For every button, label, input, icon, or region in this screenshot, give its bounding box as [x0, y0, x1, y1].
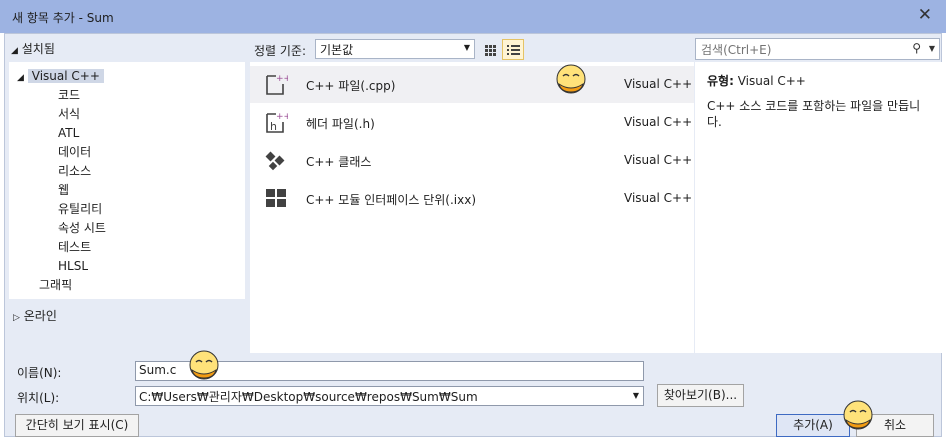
list-view-icon — [507, 45, 520, 55]
template-type: Visual C++ — [624, 77, 693, 91]
chevron-down-icon: ▼ — [463, 43, 470, 52]
tree-item-resource[interactable]: 리소스 — [58, 163, 91, 180]
tree-item-format[interactable]: 서식 — [58, 106, 80, 123]
tree-label: Visual C++ — [27, 69, 104, 83]
tree-item-data[interactable]: 데이터 — [58, 144, 91, 161]
name-label: 이름(N): — [17, 366, 62, 380]
compact-view-button[interactable]: 간단히 보기 표시(C) — [15, 414, 139, 437]
collapsed-triangle-icon: ▷ — [13, 313, 20, 323]
search-placeholder: 검색(Ctrl+E) — [701, 43, 772, 57]
name-value: Sum.c — [139, 363, 177, 377]
emoji-face-icon — [843, 400, 873, 430]
chevron-down-icon: ▼ — [632, 391, 639, 400]
cpp-file-icon: ++ — [266, 74, 288, 95]
installed-label: 설치됨 — [21, 42, 55, 56]
tree-item-code[interactable]: 코드 — [58, 87, 80, 104]
tree-item-visual-cpp[interactable]: ◢ Visual C++ — [17, 68, 104, 87]
add-button[interactable]: 추가(A) — [776, 414, 850, 437]
template-row[interactable]: ++ C++ 파일(.cpp) Visual C++ — [250, 66, 694, 103]
details-panel: 유형: Visual C++ C++ 소스 코드를 포함하는 파일을 만듭니다. — [695, 62, 943, 353]
list-view-button[interactable] — [502, 39, 524, 60]
tree-item-test[interactable]: 테스트 — [58, 239, 91, 256]
grid-view-button[interactable] — [479, 39, 501, 60]
window-title: 새 항목 추가 - Sum — [12, 11, 114, 25]
location-dropdown[interactable]: C:₩Users₩관리자₩Desktop₩source₩repos₩Sum₩Su… — [135, 386, 644, 406]
online-label: 온라인 — [23, 309, 57, 323]
tree-item-hlsl[interactable]: HLSL — [58, 258, 88, 275]
template-row[interactable]: h ++ 헤더 파일(.h) Visual C++ — [250, 104, 694, 141]
template-type: Visual C++ — [624, 153, 693, 167]
location-label: 위치(L): — [17, 391, 60, 405]
online-item[interactable]: ▷ 온라인 — [13, 308, 57, 327]
expanded-triangle-icon: ◢ — [17, 73, 24, 83]
header-file-icon: h ++ — [266, 112, 288, 133]
sort-label: 정렬 기준: — [254, 44, 307, 58]
template-name: C++ 모듈 인터페이스 단위(.ixx) — [306, 193, 477, 207]
details-description: C++ 소스 코드를 포함하는 파일을 만듭니다. — [707, 99, 921, 129]
type-label: 유형: — [707, 74, 734, 88]
close-icon[interactable]: ✕ — [918, 5, 932, 25]
template-name: 헤더 파일(.h) — [306, 117, 375, 131]
template-type: Visual C++ — [624, 115, 693, 129]
template-row[interactable]: C++ 모듈 인터페이스 단위(.ixx) Visual C++ — [250, 180, 694, 217]
category-tree: ◢ Visual C++ 코드 서식 ATL 데이터 리소스 웹 유틸리티 속성… — [9, 62, 245, 299]
add-item-dialog: ◢ 설치됨 정렬 기준: 기본값 ▼ 검색(Ctrl+E) ⚲ ▼ ◢ Visu… — [4, 33, 943, 437]
emoji-face-icon — [556, 64, 586, 94]
tree-item-utility[interactable]: 유틸리티 — [58, 201, 102, 218]
collapse-triangle-icon: ◢ — [11, 46, 18, 56]
emoji-face-icon — [189, 350, 219, 380]
tree-item-graphics[interactable]: 그래픽 — [39, 277, 72, 294]
title-bar: 새 항목 추가 - Sum ✕ — [0, 0, 946, 33]
location-value: C:₩Users₩관리자₩Desktop₩source₩repos₩Sum₩Su… — [139, 390, 478, 404]
tree-item-property-sheet[interactable]: 속성 시트 — [58, 220, 106, 237]
tree-item-atl[interactable]: ATL — [58, 125, 79, 142]
grid-view-icon — [485, 45, 496, 56]
cpp-class-icon — [265, 151, 285, 171]
template-name: C++ 클래스 — [306, 155, 372, 169]
template-type: Visual C++ — [624, 191, 693, 205]
type-value: Visual C++ — [737, 74, 806, 88]
installed-header[interactable]: ◢ 설치됨 — [11, 40, 55, 57]
browse-button[interactable]: 찾아보기(B)... — [657, 384, 744, 407]
tree-item-web[interactable]: 웹 — [58, 182, 69, 199]
search-input[interactable]: 검색(Ctrl+E) ⚲ ▼ — [695, 38, 940, 60]
svg-text:++: ++ — [276, 112, 288, 122]
template-list: ++ C++ 파일(.cpp) Visual C++ h ++ 헤더 파일(.h… — [250, 62, 694, 353]
svg-text:++: ++ — [276, 74, 288, 84]
module-interface-icon — [266, 189, 286, 207]
search-icon[interactable]: ⚲ — [912, 41, 921, 55]
template-row[interactable]: C++ 클래스 Visual C++ — [250, 142, 694, 179]
details-type: 유형: Visual C++ — [707, 72, 806, 89]
chevron-down-icon[interactable]: ▼ — [929, 44, 935, 53]
sort-value: 기본값 — [320, 43, 354, 57]
sort-dropdown[interactable]: 기본값 ▼ — [315, 39, 475, 59]
template-name: C++ 파일(.cpp) — [306, 79, 396, 93]
